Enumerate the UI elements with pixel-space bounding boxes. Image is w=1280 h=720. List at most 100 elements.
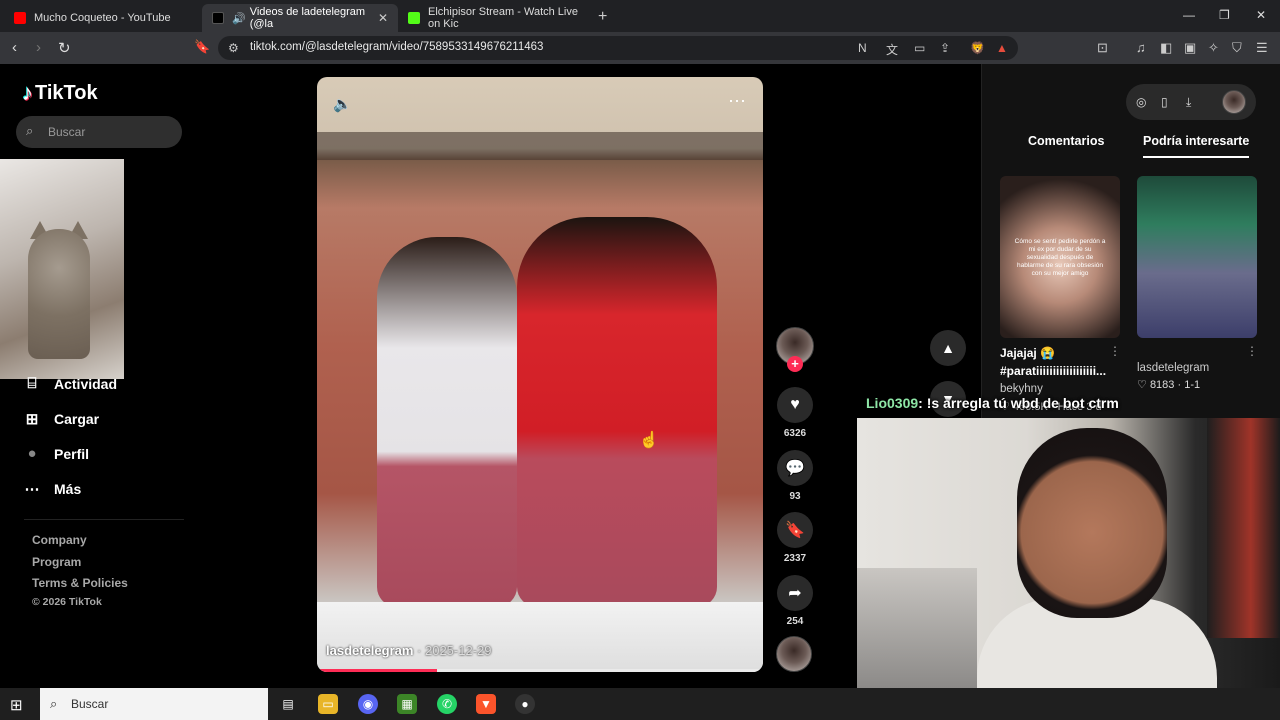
- profile-icon: ●: [27, 445, 37, 462]
- video-progress-bar[interactable]: [317, 669, 763, 672]
- new-tab-button[interactable]: +: [598, 8, 607, 26]
- bookmark-icon[interactable]: 🔖: [194, 39, 210, 55]
- taskbar-search[interactable]: ⌕ Buscar: [40, 688, 268, 720]
- nav-profile[interactable]: ● Perfil: [24, 445, 89, 462]
- save-button[interactable]: 🔖 2337: [777, 512, 813, 564]
- wallet-icon[interactable]: ▣: [1184, 40, 1196, 56]
- music-disc-avatar[interactable]: [776, 636, 812, 672]
- follow-plus-icon[interactable]: +: [787, 356, 803, 372]
- comment-button[interactable]: 💬 93: [777, 450, 813, 502]
- minecraft-icon[interactable]: ▦: [397, 694, 417, 714]
- share-count: 254: [786, 616, 804, 627]
- back-icon[interactable]: ‹: [12, 39, 17, 56]
- footer-copyright: © 2026 TikTok: [32, 596, 102, 608]
- file-explorer-icon[interactable]: ▭: [318, 694, 338, 714]
- split-view-icon[interactable]: ◧: [1160, 40, 1172, 56]
- tiktok-note-icon: ♪: [22, 80, 33, 105]
- sidebar-icon[interactable]: ⊡: [1097, 40, 1108, 56]
- media-icon[interactable]: ♫: [1136, 40, 1146, 55]
- video-background: [317, 602, 763, 672]
- browser-tab-bar: Mucho Coqueteo - YouTube 🔊 Videos de lad…: [0, 0, 1280, 32]
- activity-icon: ⌸: [27, 375, 37, 392]
- menu-icon[interactable]: ☰: [1256, 40, 1268, 56]
- recommended-user[interactable]: bekyhny: [1000, 383, 1043, 395]
- discord-icon[interactable]: ◉: [358, 694, 378, 714]
- tab-tiktok[interactable]: 🔊 Videos de ladetelegram (@la ✕: [202, 4, 398, 32]
- user-avatar[interactable]: [1222, 90, 1246, 114]
- recommended-meta: ♡ 8183 · 1-1: [1137, 379, 1201, 391]
- kick-icon: [408, 12, 420, 24]
- reader-icon[interactable]: Ν: [858, 41, 867, 55]
- brave-rewards-icon[interactable]: ▲: [996, 41, 1008, 55]
- whatsapp-icon[interactable]: ✆: [437, 694, 457, 714]
- cast-icon[interactable]: ▭: [914, 41, 925, 55]
- footer-program[interactable]: Program: [32, 555, 81, 569]
- nav-label: Más: [54, 481, 82, 497]
- vpn-icon[interactable]: ⛉: [1232, 40, 1242, 56]
- recommended-user[interactable]: lasdetelegram: [1137, 362, 1209, 374]
- stream-chat-message: Lio0309: !s arregla tú wbd de bot ctrm: [866, 395, 1119, 411]
- nav-activity[interactable]: ⌸ Actividad: [24, 375, 117, 392]
- video-player[interactable]: 🔈 ⋯ ☝ lasdetelegram · 2025-12-29: [317, 77, 763, 672]
- windows-start-icon[interactable]: ⊞: [10, 696, 23, 714]
- brave-shield-icon[interactable]: 🦁: [970, 41, 985, 55]
- like-count: 6326: [783, 428, 807, 439]
- video-author[interactable]: lasdetelegram: [326, 643, 413, 658]
- tab-kick[interactable]: Elchipisor Stream - Watch Live on Kic: [398, 4, 594, 32]
- volume-icon[interactable]: 🔈: [333, 95, 352, 113]
- kebab-menu-icon[interactable]: ⋮: [1109, 344, 1121, 358]
- youtube-icon: [14, 12, 26, 24]
- download-icon[interactable]: ⤓: [1186, 95, 1191, 110]
- video-progress-fill: [317, 669, 438, 672]
- recommended-thumbnail[interactable]: Cómo se sentí pedirle perdón a mi ex por…: [1000, 176, 1120, 338]
- kebab-menu-icon[interactable]: ⋮: [1246, 344, 1258, 358]
- recommended-title[interactable]: #paratiiiiiiiiiiiiiiiiii...: [1000, 364, 1106, 378]
- recommended-thumbnail[interactable]: [1137, 176, 1257, 338]
- phone-icon[interactable]: ▯: [1161, 95, 1168, 109]
- comment-icon: 💬: [777, 450, 813, 486]
- obs-icon[interactable]: ●: [515, 694, 535, 714]
- maximize-icon[interactable]: ❐: [1219, 8, 1230, 22]
- more-icon: ⋯: [24, 481, 40, 498]
- tab-youtube[interactable]: Mucho Coqueteo - YouTube: [4, 4, 200, 32]
- address-bar[interactable]: ⚙ tiktok.com/@lasdetelegram/video/758953…: [218, 36, 1018, 60]
- footer-terms[interactable]: Terms & Policies: [32, 576, 128, 590]
- tab-comments[interactable]: Comentarios: [1028, 134, 1104, 148]
- cat-webcam-overlay: [0, 159, 124, 379]
- recommended-title[interactable]: Jajajaj 😭: [1000, 346, 1055, 360]
- previous-video-button[interactable]: ▲: [930, 330, 966, 366]
- webcam-chair: [1207, 418, 1280, 638]
- comment-count: 93: [789, 491, 801, 502]
- footer-company[interactable]: Company: [32, 533, 87, 547]
- leo-icon[interactable]: ✧: [1208, 40, 1219, 56]
- close-tab-icon[interactable]: ✕: [378, 11, 388, 25]
- reload-icon[interactable]: ↻: [58, 39, 71, 57]
- mouse-cursor-icon: ☝: [639, 432, 659, 449]
- video-person: [517, 217, 717, 607]
- forward-icon[interactable]: ›: [36, 39, 41, 56]
- close-window-icon[interactable]: ✕: [1256, 8, 1266, 22]
- task-view-icon[interactable]: ▤: [278, 694, 298, 714]
- brave-browser-icon[interactable]: ▼: [476, 694, 496, 714]
- tiktok-logo[interactable]: ♪ TikTok: [22, 80, 98, 106]
- nav-label: Perfil: [54, 445, 90, 462]
- thumbnail-caption: Cómo se sentí pedirle perdón a mi ex por…: [1014, 238, 1106, 277]
- share-icon[interactable]: ⇪: [940, 41, 950, 55]
- like-button[interactable]: ♥ 6326: [777, 387, 813, 439]
- compass-icon[interactable]: ◎: [1136, 95, 1146, 109]
- save-count: 2337: [783, 553, 807, 564]
- share-button[interactable]: ➦ 254: [777, 575, 813, 627]
- more-options-icon[interactable]: ⋯: [728, 91, 747, 112]
- tiktok-icon: [212, 12, 224, 24]
- search-input[interactable]: ⌕ Buscar: [16, 116, 182, 148]
- browser-toolbar: ‹ › ↻ 🔖 ⚙ tiktok.com/@lasdetelegram/vide…: [0, 32, 1280, 64]
- site-info-icon[interactable]: ⚙: [228, 41, 239, 55]
- tab-recommended[interactable]: Podría interesarte: [1143, 134, 1250, 158]
- translate-icon[interactable]: 文: [886, 41, 898, 58]
- minimize-icon[interactable]: —: [1183, 8, 1195, 22]
- nav-more[interactable]: ⋯ Más: [24, 480, 82, 498]
- tab-title: Elchipisor Stream - Watch Live on Kic: [428, 6, 578, 30]
- nav-upload[interactable]: ⊞ Cargar: [24, 410, 99, 428]
- streamer-webcam: [857, 418, 1280, 688]
- tab-title: Mucho Coqueteo - YouTube: [34, 12, 171, 24]
